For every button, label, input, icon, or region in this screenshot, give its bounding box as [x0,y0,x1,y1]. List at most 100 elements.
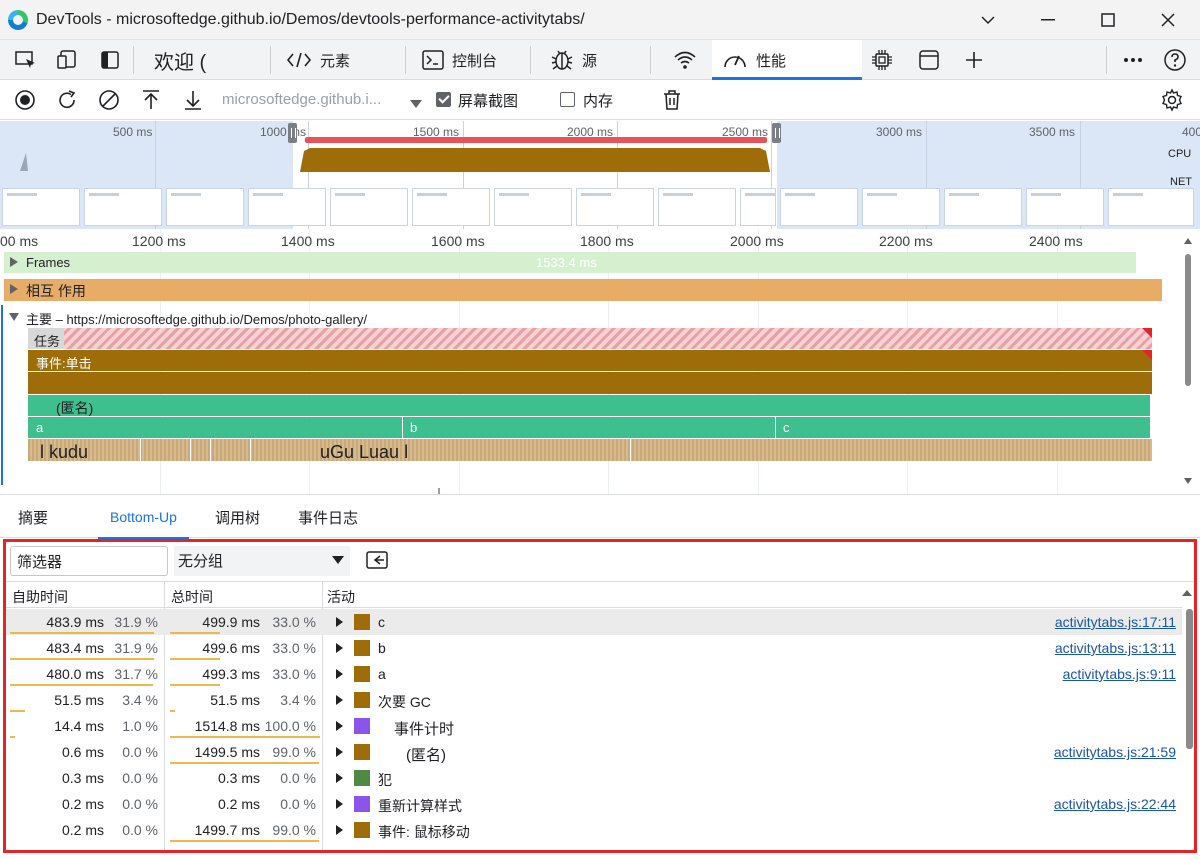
table-row[interactable]: 0.2 ms 0.0 % 1499.7 ms 99.0 % 事件: 鼠标移动 [6,817,1182,843]
upload-icon[interactable] [139,88,163,112]
clear-icon[interactable] [97,88,121,112]
expand-arrow-icon[interactable] [9,257,19,267]
minimize-button[interactable] [1028,6,1068,34]
main-track-label: 主要 – https://microsoftedge.github.io/Dem… [26,312,368,327]
more-options-icon[interactable] [1121,48,1145,72]
anonymous-function-bar[interactable] [28,395,1150,416]
tab-welcome[interactable]: 欢迎 ( [154,40,206,80]
table-row[interactable]: 51.5 ms 3.4 % 51.5 ms 3.4 % 次要 GC [6,687,1182,713]
expand-arrow-icon[interactable] [336,825,343,835]
tab-bottom-up[interactable]: Bottom-Up [98,495,189,539]
chevron-down-icon[interactable] [968,6,1008,34]
expand-arrow-icon[interactable] [336,617,343,627]
column-header-total-time[interactable]: 总时间 [171,587,213,607]
table-scrollbar[interactable] [1184,609,1194,853]
device-emulation-icon[interactable] [56,48,80,72]
filter-input[interactable] [10,546,168,576]
expand-arrow-icon[interactable] [336,643,343,653]
memory-chip-icon[interactable] [870,48,894,72]
selection-handle-left[interactable] [288,123,297,143]
source-link[interactable]: activitytabs.js:22:44 [1054,796,1176,812]
category-color-swatch [354,718,370,734]
tab-elements[interactable]: 元素 [286,40,350,80]
expand-arrow-icon[interactable] [336,695,343,705]
function-c-bar[interactable] [776,417,1150,438]
reload-record-icon[interactable] [55,88,79,112]
recording-select[interactable]: microsoftedge.github.i... [222,91,381,108]
click-event-bar[interactable] [28,350,1152,371]
frames-duration: 1533.4 ms [536,255,597,270]
self-percent: 3.4 % [122,692,158,708]
settings-gear-icon[interactable] [1160,88,1184,112]
cpu-label: CPU [1168,148,1192,160]
expand-arrow-icon[interactable] [336,773,343,783]
maximize-button[interactable] [1088,6,1128,34]
memory-checkbox[interactable] [560,92,575,107]
tab-summary[interactable]: 摘要 [18,495,48,539]
tab-label: 调用树 [215,509,261,527]
table-row[interactable]: 0.6 ms 0.0 % 1499.5 ms 99.0 % (匿名) activityta… [6,739,1182,765]
tab-console[interactable]: 控制台 [422,40,497,80]
tab-performance[interactable]: 性能 [712,40,862,80]
table-header: 自助时间 总时间 活动 [6,582,1192,608]
add-tab-icon[interactable] [962,48,986,72]
total-percent: 0.0 % [280,796,316,812]
expand-arrow-icon[interactable] [336,799,343,809]
scroll-up-arrow-icon[interactable] [1182,588,1192,596]
task-bar[interactable] [28,328,1152,349]
activity-name: 事件: 鼠标移动 [378,824,470,840]
kudu-label: l kudu [40,442,89,462]
expand-arrow-icon[interactable] [9,284,19,294]
dropdown-arrow-icon[interactable] [410,95,422,113]
category-color-swatch [354,796,370,812]
self-percent: 0.0 % [122,744,158,760]
collapse-arrow-icon[interactable] [9,312,19,322]
table-row[interactable]: 0.3 ms 0.0 % 0.3 ms 0.0 % 犯 [6,765,1182,791]
performance-gauge-icon [724,55,746,68]
source-link[interactable]: activitytabs.js:21:59 [1054,744,1176,760]
record-icon[interactable] [13,88,37,112]
tab-event-log[interactable]: 事件日志 [298,495,358,539]
source-link[interactable]: activitytabs.js:13:11 [1055,640,1176,656]
close-button[interactable] [1148,6,1188,34]
table-row[interactable]: 483.4 ms 31.9 % 499.6 ms 33.0 % b activitytab… [6,635,1182,661]
table-row[interactable]: 480.0 ms 31.7 % 499.3 ms 33.0 % a activitytab… [6,661,1182,687]
inspect-element-icon[interactable] [14,48,38,72]
table-row[interactable]: 14.4 ms 1.0 % 1514.8 ms 100.0 % 事件计时 [6,713,1182,739]
tab-call-tree[interactable]: 调用树 [215,495,260,539]
screenshots-checkbox[interactable] [436,92,451,107]
network-wifi-icon[interactable] [673,48,697,72]
table-row[interactable]: 0.2 ms 0.0 % 0.2 ms 0.0 % 重新计算样式 activitytabs… [6,791,1182,817]
total-time-bar [170,632,220,634]
minor-calls-bar[interactable] [28,439,1152,461]
expand-arrow-icon[interactable] [336,721,343,731]
application-panel-icon[interactable] [917,48,941,72]
category-color-swatch [354,614,370,630]
function-call-bar[interactable] [28,372,1152,394]
function-a-bar[interactable] [28,417,402,438]
trash-icon[interactable] [660,88,684,112]
flame-chart[interactable]: 00 ms 1200 ms 1400 ms 1600 ms 1800 ms 20… [0,229,1200,494]
column-header-activity[interactable]: 活动 [327,587,355,607]
interactions-bar[interactable] [4,279,1162,301]
selection-handle-right[interactable] [772,123,781,143]
download-icon[interactable] [181,88,205,112]
window-title: DevTools - microsoftedge.github.io/Demos… [36,11,585,28]
show-sidebar-icon[interactable] [364,548,390,572]
function-b-bar[interactable] [403,417,775,438]
total-time: 0.3 ms [217,770,260,786]
edge-logo-icon [8,10,28,30]
dock-side-icon[interactable] [98,48,122,72]
total-percent: 33.0 % [272,614,316,630]
help-icon[interactable] [1163,48,1187,72]
expand-arrow-icon[interactable] [336,747,343,757]
column-header-self-time[interactable]: 自助时间 [12,587,68,607]
source-link[interactable]: activitytabs.js:9:11 [1063,666,1176,682]
expand-arrow-icon[interactable] [336,669,343,679]
dropdown-arrow-icon[interactable] [330,548,346,572]
table-row[interactable]: 483.9 ms 31.9 % 499.9 ms 33.0 % c activitytab… [6,609,1182,635]
tab-label: 元素 [320,52,351,70]
tab-sources[interactable]: 源 [550,40,597,80]
timeline-scrollbar[interactable] [1182,232,1194,490]
source-link[interactable]: activitytabs.js:17:11 [1055,614,1176,630]
